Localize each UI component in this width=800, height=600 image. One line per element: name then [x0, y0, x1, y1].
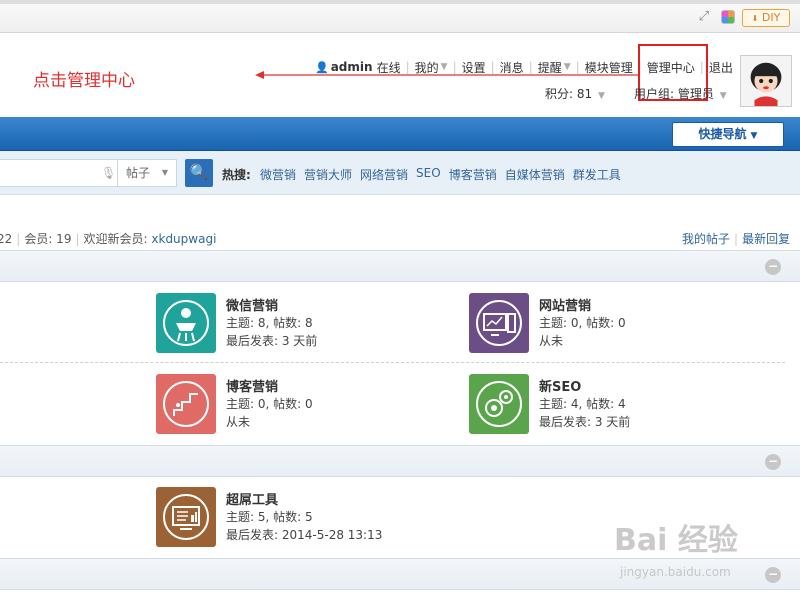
- latest-replies-link[interactable]: 最新回复: [742, 232, 790, 246]
- tools-icon[interactable]: [156, 487, 216, 547]
- forum-last-post: 从未: [226, 415, 251, 429]
- forum-counts: 主题: 8, 帖数: 8: [226, 316, 313, 330]
- forum-last-post[interactable]: 最后发表: 2014-5-28 13:13: [226, 526, 382, 543]
- nav-divider: |: [490, 60, 495, 74]
- fullscreen-icon[interactable]: ⤢: [697, 10, 711, 24]
- nav-divider: |: [405, 60, 410, 74]
- top-toolbar: [0, 0, 800, 33]
- forum-counts: 主题: 5, 帖数: 5: [226, 510, 313, 524]
- hot-search-term[interactable]: 微营销: [260, 166, 296, 183]
- chevron-down-icon: ▼: [161, 168, 168, 177]
- stats-links: 我的帖子 | 最新回复: [682, 230, 790, 247]
- forum-last-post[interactable]: 最后发表: 3 天前: [226, 332, 317, 349]
- nav-settings[interactable]: 设置: [462, 59, 486, 76]
- hot-search-label: 热搜:: [222, 168, 251, 182]
- new-member-link[interactable]: xkdupwagi: [151, 232, 216, 246]
- forum-title[interactable]: 新SEO: [539, 376, 581, 395]
- forum-title[interactable]: 微信营销: [226, 295, 278, 314]
- row-divider: [0, 362, 785, 363]
- chevron-down-icon[interactable]: ▼: [441, 62, 448, 72]
- hot-search-term[interactable]: 营销大师: [304, 166, 352, 183]
- seo-icon[interactable]: [469, 374, 529, 434]
- category-header: [0, 445, 800, 477]
- blog-marketing-icon[interactable]: [156, 374, 216, 434]
- my-posts-link[interactable]: 我的帖子: [682, 232, 730, 246]
- forum-title[interactable]: 网站营销: [539, 295, 591, 314]
- diy-button[interactable]: ⬇ DIY: [742, 9, 790, 27]
- microphone-icon[interactable]: 🎙: [101, 166, 116, 180]
- nav-divider: |: [452, 60, 457, 74]
- nav-messages[interactable]: 消息: [500, 59, 524, 76]
- nav-logout[interactable]: 退出: [709, 59, 733, 76]
- nav-divider: |: [575, 60, 580, 74]
- forum-counts: 主题: 0, 帖数: 0: [226, 397, 313, 411]
- hot-search-term[interactable]: 网络营销: [360, 166, 408, 183]
- points-dropdown[interactable]: 积分: 81 ▼: [545, 85, 605, 102]
- forum-last-post: 从未: [539, 334, 564, 348]
- instruction-annotation: 点击管理中心: [33, 71, 135, 91]
- hot-search-term[interactable]: 博客营销: [449, 166, 497, 183]
- search-button[interactable]: 🔍: [185, 159, 213, 187]
- avatar-image: [741, 56, 791, 106]
- forum-last-post[interactable]: 最后发表: 3 天前: [539, 413, 630, 430]
- chevron-down-icon: ▼: [597, 91, 605, 101]
- user-icon: 👤: [315, 60, 329, 74]
- category-header: [0, 250, 800, 282]
- search-icon: 🔍: [189, 163, 209, 181]
- hot-search-list: 微营销 营销大师 网络营销 SEO 博客营销 自媒体营销 群发工具: [260, 166, 621, 183]
- avatar[interactable]: [740, 55, 792, 107]
- chevron-down-icon: ▼: [750, 131, 758, 141]
- nav-my[interactable]: 我的: [415, 59, 439, 76]
- collapse-icon[interactable]: −: [765, 454, 781, 470]
- forum-counts: 主题: 0, 帖数: 0: [539, 316, 626, 330]
- website-marketing-icon[interactable]: [469, 293, 529, 353]
- user-group-dropdown[interactable]: 用户组: 管理员 ▼: [634, 85, 727, 102]
- baidu-jingyan-watermark: Bai 经验 jingyan.baidu.com: [614, 523, 738, 579]
- wechat-marketing-icon[interactable]: [156, 293, 216, 353]
- stats-divider: |: [16, 232, 21, 246]
- toolbar-top-border: [0, 0, 800, 4]
- forum-counts: 主题: 4, 帖数: 4: [539, 397, 626, 411]
- posts-count: 22: [0, 232, 13, 246]
- nav-reminders[interactable]: 提醒: [538, 59, 562, 76]
- quick-nav-button[interactable]: 快捷导航 ▼: [672, 122, 784, 147]
- forum-stats: 22 | 会员: 19 | 欢迎新会员: xkdupwagi: [0, 230, 216, 247]
- nav-module-manage[interactable]: 模块管理: [585, 59, 633, 76]
- hot-search-term[interactable]: SEO: [416, 166, 441, 183]
- forum-title[interactable]: 博客营销: [226, 376, 278, 395]
- search-type-select[interactable]: 帖子 ▼: [117, 159, 177, 187]
- stats-divider: |: [75, 232, 80, 246]
- hot-search-term[interactable]: 群发工具: [573, 166, 621, 183]
- members-count: 会员: 19: [24, 232, 72, 246]
- collapse-icon[interactable]: −: [765, 259, 781, 275]
- username-link[interactable]: admin: [331, 60, 373, 74]
- new-member-label: 欢迎新会员:: [83, 232, 148, 246]
- hot-search-term[interactable]: 自媒体营销: [505, 166, 565, 183]
- forum-title[interactable]: 超屌工具: [226, 489, 278, 508]
- stats-divider: |: [734, 232, 739, 246]
- chevron-down-icon: ▼: [719, 91, 727, 101]
- chevron-down-icon[interactable]: ▼: [564, 62, 571, 72]
- nav-divider: |: [528, 60, 533, 74]
- theme-color-icon[interactable]: [721, 10, 735, 24]
- online-status[interactable]: 在线: [377, 59, 401, 76]
